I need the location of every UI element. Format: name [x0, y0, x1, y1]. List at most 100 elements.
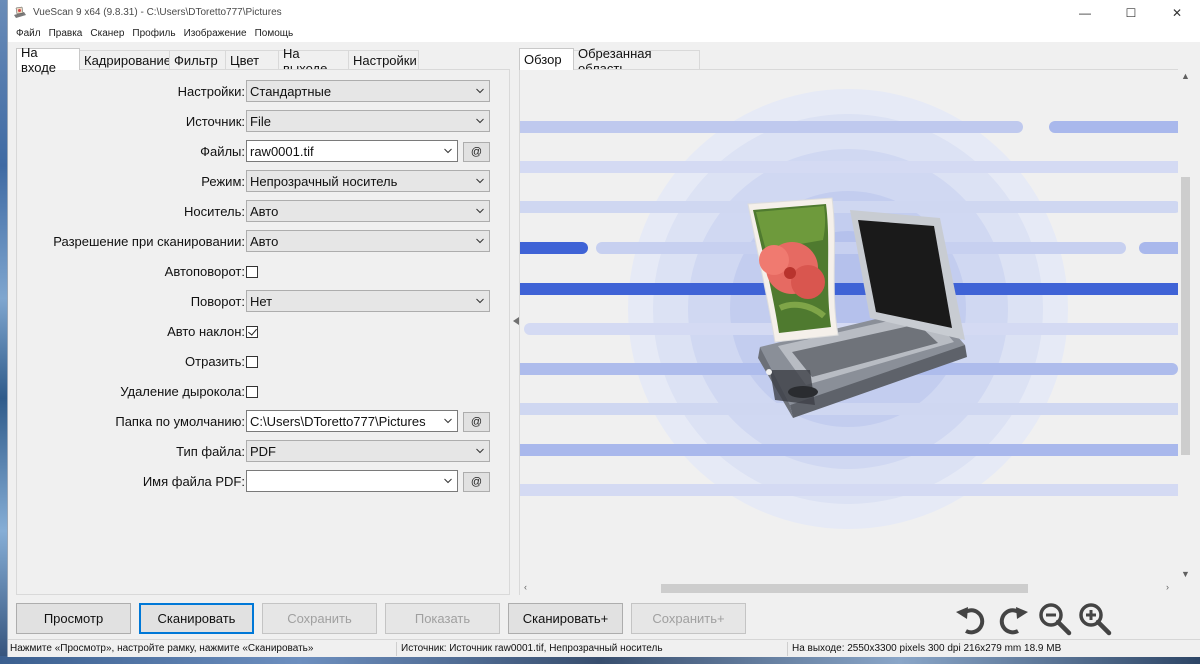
resolution-value: Авто [250, 233, 279, 249]
default-folder-browse-button[interactable]: @ [463, 412, 490, 432]
tab-input[interactable]: На входе [16, 45, 80, 75]
pdf-name-label: Имя файла PDF: [142, 474, 245, 489]
status-separator [396, 642, 397, 656]
tab-output[interactable]: На выходе [278, 46, 349, 76]
menu-image[interactable]: Изображение [180, 28, 251, 39]
rotate-left-icon[interactable] [954, 602, 988, 636]
media-row: Носитель: Авто [17, 200, 511, 224]
preset-select[interactable]: Стандартные [246, 80, 490, 102]
media-select[interactable]: Авто [246, 200, 490, 222]
right-tab-bar: Обзор Обрезанная область [519, 46, 700, 76]
rotation-label: Поворот: [190, 294, 245, 309]
chevron-down-icon [476, 208, 484, 214]
save-button[interactable]: Сохранить [262, 603, 377, 634]
scroll-down-arrow-icon[interactable]: ▼ [1181, 569, 1190, 579]
chevron-down-icon [476, 298, 484, 304]
menu-file[interactable]: Файл [12, 28, 45, 39]
mode-select[interactable]: Непрозрачный носитель [246, 170, 490, 192]
status-source: Источник: Источник raw0001.tif, Непрозра… [401, 643, 663, 654]
preset-value: Стандартные [250, 83, 332, 99]
tab-settings[interactable]: Настройки [348, 50, 419, 70]
files-browse-button[interactable]: @ [463, 142, 490, 162]
autodeskew-checkbox[interactable] [246, 326, 258, 338]
files-label: Файлы: [200, 144, 245, 159]
preview-vertical-scrollbar[interactable]: ▲ ▼ [1178, 69, 1192, 595]
preview-button[interactable]: Просмотр [16, 603, 131, 634]
chevron-down-icon [444, 478, 452, 484]
resolution-row: Разрешение при сканировании: Авто [17, 230, 511, 254]
menu-scanner[interactable]: Сканер [86, 28, 128, 39]
scroll-right-arrow-icon[interactable]: › [1166, 582, 1169, 592]
source-label: Источник: [185, 114, 245, 129]
default-folder-label: Папка по умолчанию: [115, 414, 245, 429]
files-combobox[interactable]: raw0001.tif [246, 140, 458, 162]
hole-removal-checkbox[interactable] [246, 386, 258, 398]
tab-color[interactable]: Цвет [225, 50, 279, 70]
file-type-select[interactable]: PDF [246, 440, 490, 462]
menu-profile[interactable]: Профиль [128, 28, 179, 39]
zoom-in-icon[interactable] [1078, 602, 1112, 636]
window-title: VueScan 9 x64 (9.8.31) - C:\Users\DToret… [33, 7, 282, 18]
tab-filter[interactable]: Фильтр [169, 50, 226, 70]
files-value: raw0001.tif [250, 143, 314, 159]
mode-label: Режим: [201, 174, 245, 189]
mirror-checkbox[interactable] [246, 356, 258, 368]
autorotate-checkbox[interactable] [246, 266, 258, 278]
pdf-name-combobox[interactable] [246, 470, 458, 492]
source-select[interactable]: File [246, 110, 490, 132]
preset-label: Настройки: [177, 84, 245, 99]
pdf-name-browse-button[interactable]: @ [463, 472, 490, 492]
scroll-left-arrow-icon[interactable]: ‹ [524, 582, 527, 592]
status-separator [787, 642, 788, 656]
rotation-row: Поворот: Нет [17, 290, 511, 314]
scan-button[interactable]: Сканировать [139, 603, 254, 634]
scan-plus-button[interactable]: Сканировать+ [508, 603, 623, 634]
input-settings-panel: Настройки: Стандартные Источник: File Фа… [16, 69, 510, 595]
file-type-row: Тип файла: PDF [17, 440, 511, 464]
menu-help[interactable]: Помощь [251, 28, 298, 39]
chevron-down-icon [476, 118, 484, 124]
hole-removal-label: Удаление дырокола: [120, 384, 245, 399]
rotation-value: Нет [250, 293, 273, 309]
left-tab-bar: На входе Кадрирование Фильтр Цвет На вых… [16, 45, 419, 76]
source-value: File [250, 113, 271, 129]
autodeskew-row: Авто наклон: [17, 320, 511, 344]
chevron-down-icon [476, 238, 484, 244]
preview-horizontal-scrollbar[interactable]: ‹ › [520, 581, 1178, 595]
resolution-select[interactable]: Авто [246, 230, 490, 252]
chevron-down-icon [444, 148, 452, 154]
tab-cropped-area[interactable]: Обрезанная область [573, 46, 700, 76]
close-button[interactable]: ✕ [1154, 0, 1200, 25]
autorotate-label: Автоповорот: [164, 264, 245, 279]
hole-removal-row: Удаление дырокола: [17, 380, 511, 404]
zoom-out-icon[interactable] [1038, 602, 1072, 636]
show-button[interactable]: Показать [385, 603, 500, 634]
status-output: На выходе: 2550x3300 pixels 300 dpi 216x… [792, 643, 1062, 654]
resolution-label: Разрешение при сканировании: [53, 234, 245, 249]
rotation-select[interactable]: Нет [246, 290, 490, 312]
default-folder-row: Папка по умолчанию: C:\Users\DToretto777… [17, 410, 511, 434]
preview-area[interactable] [519, 69, 1189, 595]
default-folder-combobox[interactable]: C:\Users\DToretto777\Pictures [246, 410, 458, 432]
chevron-down-icon [476, 178, 484, 184]
pdf-name-row: Имя файла PDF: @ [17, 470, 511, 494]
rotate-right-icon[interactable] [996, 602, 1030, 636]
tab-crop[interactable]: Кадрирование [79, 50, 171, 70]
title-bar: VueScan 9 x64 (9.8.31) - C:\Users\DToret… [8, 0, 1200, 25]
minimize-button[interactable]: — [1062, 0, 1108, 25]
save-plus-button[interactable]: Сохранить+ [631, 603, 746, 634]
vertical-scroll-thumb[interactable] [1181, 177, 1190, 455]
menu-edit[interactable]: Правка [45, 28, 87, 39]
preset-row: Настройки: Стандартные [17, 80, 511, 104]
scroll-up-arrow-icon[interactable]: ▲ [1181, 71, 1190, 81]
horizontal-scroll-thumb[interactable] [661, 584, 1028, 593]
maximize-button[interactable]: ☐ [1108, 0, 1154, 25]
autodeskew-label: Авто наклон: [167, 324, 245, 339]
menu-bar: Файл Правка Сканер Профиль Изображение П… [8, 25, 1200, 42]
mode-value: Непрозрачный носитель [250, 173, 398, 189]
chevron-down-icon [444, 418, 452, 424]
media-value: Авто [250, 203, 279, 219]
tab-overview[interactable]: Обзор [519, 48, 574, 70]
files-row: Файлы: raw0001.tif @ [17, 140, 511, 164]
vuescan-window: VueScan 9 x64 (9.8.31) - C:\Users\DToret… [7, 0, 1200, 657]
